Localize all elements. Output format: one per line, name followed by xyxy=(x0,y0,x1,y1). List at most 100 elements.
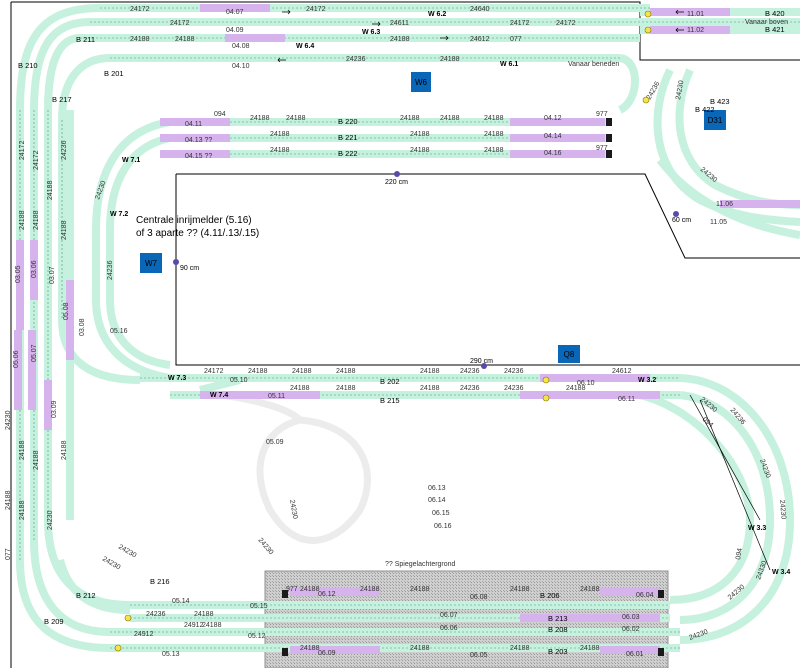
track-code: 24236 xyxy=(107,260,114,280)
section-label: 06.04 xyxy=(636,592,654,599)
track-code: 24188 xyxy=(19,210,26,230)
track-code: 24188 xyxy=(175,36,195,43)
turnout-label: W 6.4 xyxy=(296,43,314,50)
section-label: 06.05 xyxy=(470,652,488,659)
track-code: 24188 xyxy=(202,622,222,629)
track-code: 24330 xyxy=(755,560,768,581)
track-code: 24188 xyxy=(510,645,530,652)
turnout-label: W 7.2 xyxy=(110,211,128,218)
track-code: 24188 xyxy=(484,147,504,154)
track-code: 24172 xyxy=(306,6,326,13)
track-code: 24236 xyxy=(504,368,524,375)
section-label: 05.08 xyxy=(63,302,70,320)
block-label: B 206 xyxy=(540,591,560,600)
track-code: 094 xyxy=(214,111,226,118)
dimension-220cm: 220 cm xyxy=(385,179,408,186)
track-code: 24188 xyxy=(360,586,380,593)
section-label: 06.02 xyxy=(622,626,640,633)
track-code: 24188 xyxy=(300,645,320,652)
section-label: 04.07 xyxy=(226,9,244,16)
block-label: B 222 xyxy=(338,149,358,158)
turnout-label: W 7.1 xyxy=(122,157,140,164)
track-code: 24188 xyxy=(194,611,214,618)
track-code: 24188 xyxy=(5,490,12,510)
track-code: 24188 xyxy=(410,586,430,593)
track-code: 24188 xyxy=(580,586,600,593)
block-label: B 202 xyxy=(380,377,400,386)
track-code: 24230 xyxy=(94,180,107,201)
section-label: 06.03 xyxy=(622,614,640,621)
dimension-90cm: 90 cm xyxy=(180,265,199,272)
track-code: 24172 xyxy=(556,20,576,27)
track-code: 24188 xyxy=(484,115,504,122)
block-label: B 422 xyxy=(695,105,715,114)
track-code: 24236 xyxy=(61,140,68,160)
track-code: 24172 xyxy=(33,150,40,170)
block-label: B 216 xyxy=(150,577,170,586)
section-label: 03.09 xyxy=(51,400,58,418)
block-label: B 210 xyxy=(18,61,38,70)
track-code: 24188 xyxy=(300,586,320,593)
block-label: B 212 xyxy=(76,591,96,600)
turnout-label: W 6.3 xyxy=(362,29,380,36)
block-label: B 208 xyxy=(548,625,568,634)
track-code: 24188 xyxy=(336,385,356,392)
block-label: B 213 xyxy=(548,614,568,623)
svg-text:W7: W7 xyxy=(145,259,158,268)
block-label: B 221 xyxy=(338,133,358,142)
blue-marker-w6: W6 xyxy=(411,72,431,92)
dimension-60cm: 60 cm xyxy=(672,217,691,224)
track-code: 24188 xyxy=(410,131,430,138)
track-code: 24188 xyxy=(19,440,26,460)
track-code: 077 xyxy=(5,548,12,560)
track-code: 24230 xyxy=(288,499,298,519)
section-label: 11.05 xyxy=(710,219,727,226)
section-label: 05.16 xyxy=(110,328,128,335)
track-code: 24188 xyxy=(484,131,504,138)
section-label: 05.14 xyxy=(172,598,190,605)
section-label: 04.10 xyxy=(232,63,250,70)
track-code: 24188 xyxy=(33,210,40,230)
track-code: 24188 xyxy=(440,115,460,122)
track-code: 077 xyxy=(510,36,522,43)
section-label: 11.06 xyxy=(716,201,733,208)
track-code: 24188 xyxy=(420,368,440,375)
track-code: 24188 xyxy=(336,368,356,375)
track-code: 24188 xyxy=(270,131,290,138)
track-code: 24230 xyxy=(5,410,12,430)
block-label: B 420 xyxy=(765,9,785,18)
block-label: B 201 xyxy=(104,69,124,78)
section-label: 06.11 xyxy=(618,396,635,403)
section-label: 06.01 xyxy=(626,651,644,658)
section-label: 11.02 xyxy=(687,27,704,34)
section-label: 06.16 xyxy=(434,523,452,530)
turnout-label: W 6.1 xyxy=(500,61,518,68)
track-code: 24236 xyxy=(146,611,166,618)
section-label: 05.11 xyxy=(268,393,285,400)
track-plan: W6 W7 D31 Q8 Centrale inrijmelder (5.16)… xyxy=(5,1,800,668)
section-label: 05.13 xyxy=(162,651,180,658)
track-code: 24188 xyxy=(270,147,290,154)
track-code: 24188 xyxy=(33,450,40,470)
note-inrijmelder-line1: Centrale inrijmelder (5.16) xyxy=(136,215,252,226)
track-code: 24188 xyxy=(400,115,420,122)
svg-text:W6: W6 xyxy=(415,78,428,87)
track-code: 24188 xyxy=(510,586,530,593)
note-vanaar-beneden: Vanaar beneden xyxy=(568,61,619,68)
section-label: 05.07 xyxy=(31,344,38,362)
track-code: 24188 xyxy=(440,56,460,63)
block-label: B 421 xyxy=(765,25,785,34)
section-label: 04.11 xyxy=(185,121,202,128)
section-label: 05.09 xyxy=(266,439,284,446)
note-inrijmelder-line2: of 3 aparte ?? (4.11/.13/.15) xyxy=(136,228,259,239)
track-code: 24172 xyxy=(170,20,190,27)
track-code: 24172 xyxy=(130,6,150,13)
track-code: 24188 xyxy=(580,645,600,652)
track-code: 24188 xyxy=(420,385,440,392)
track-code: 24188 xyxy=(250,115,270,122)
track-code: 977 xyxy=(596,111,608,118)
section-label: 04.14 xyxy=(544,133,562,140)
section-label: 06.13 xyxy=(428,485,446,492)
section-label: 05.12 xyxy=(248,633,266,640)
track-code: 24188 xyxy=(248,368,268,375)
